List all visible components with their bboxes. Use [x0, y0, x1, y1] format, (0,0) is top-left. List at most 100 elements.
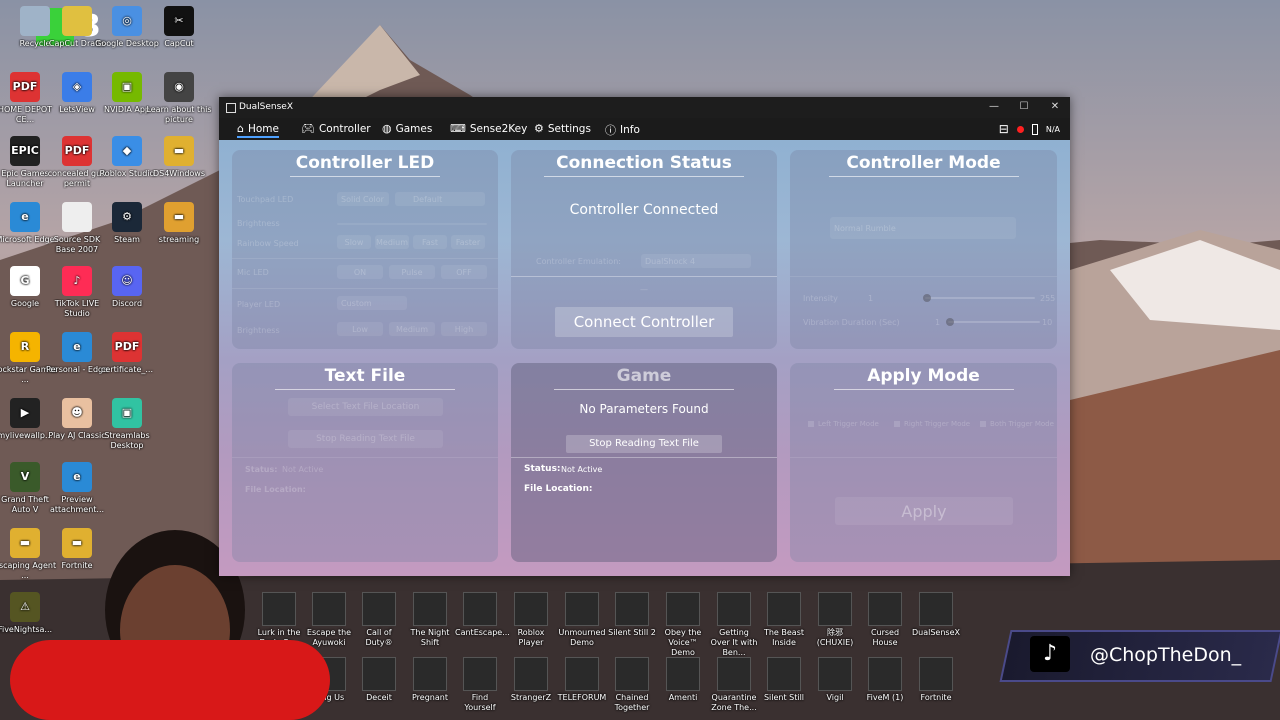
option-label: Both Trigger Mode: [990, 420, 1054, 428]
tab-info[interactable]: ⓘ Info: [605, 122, 640, 138]
home-icon: ⌂: [237, 122, 244, 135]
desktop-icon[interactable]: ▣ Streamlabs Desktop: [94, 398, 160, 451]
app-icon: e: [62, 332, 92, 362]
game-shortcut[interactable]: Fortnite: [911, 657, 961, 703]
brightness-option[interactable]: Medium: [389, 322, 435, 336]
mode-dropdown[interactable]: Normal Rumble: [830, 217, 1016, 239]
game-shortcut[interactable]: Unmourned Demo: [557, 592, 607, 648]
brightness-slider[interactable]: [337, 223, 487, 225]
icon-glyph: ☺: [121, 274, 133, 287]
tab-settings[interactable]: ⚙ Settings: [534, 122, 591, 135]
icon-glyph: ▣: [121, 406, 133, 419]
text-file-panel: Text File Select Text File Location Stop…: [232, 363, 498, 562]
game-shortcut[interactable]: Call of Duty®: [354, 592, 404, 648]
game-shortcut[interactable]: The Night Shift: [405, 592, 455, 648]
game-label: The Beast Inside: [763, 628, 805, 647]
battery-icon: [1031, 123, 1038, 135]
game-shortcut[interactable]: 除邪 (CHUXIE): [810, 592, 860, 648]
rainbow-speed-option[interactable]: Faster: [451, 235, 485, 249]
apply-mode-option[interactable]: Left Trigger Mode: [808, 419, 892, 431]
game-label: FiveM (1): [866, 693, 904, 702]
tab-games[interactable]: ◍ Games: [382, 122, 432, 135]
touchpad-led-mode[interactable]: Solid Color: [337, 192, 389, 206]
game-shortcut[interactable]: DualSenseX: [911, 592, 961, 638]
tab-sense2key[interactable]: ⌨ Sense2Key: [450, 122, 527, 135]
rainbow-speed-option[interactable]: Fast: [413, 235, 447, 249]
game-shortcut[interactable]: FiveM (1): [860, 657, 910, 703]
mic-led-option[interactable]: ON: [337, 265, 383, 279]
mic-led-option[interactable]: OFF: [441, 265, 487, 279]
emulation-dropdown[interactable]: DualShock 4: [641, 254, 751, 268]
rainbow-speed-option[interactable]: Medium: [375, 235, 409, 249]
window-title: DualSenseX: [239, 102, 293, 112]
title-bar[interactable]: DualSenseX — ☐ ✕: [219, 97, 1070, 118]
game-shortcut[interactable]: StrangerZ: [506, 657, 556, 703]
game-shortcut[interactable]: Chained Together: [607, 657, 657, 713]
apply-button[interactable]: Apply: [835, 497, 1013, 525]
game-stop-reading-button[interactable]: Stop Reading Text File: [566, 435, 722, 453]
rainbow-speed-option[interactable]: Slow: [337, 235, 371, 249]
desktop-icon[interactable]: ✂ CapCut: [146, 6, 212, 59]
desktop-icon[interactable]: ▬ DS4Windows: [146, 136, 212, 189]
connection-status-panel: Connection Status Controller Connected C…: [511, 150, 777, 349]
app-icon: ☺: [112, 266, 142, 296]
app-icon: EPIC: [10, 136, 40, 166]
app-icon: [226, 103, 236, 113]
desktop-icon[interactable]: ◉ Learn about this picture: [146, 72, 212, 125]
desktop-icon[interactable]: ▬ streaming: [146, 202, 212, 255]
tab-home[interactable]: ⌂ Home: [237, 122, 279, 138]
game-shortcut[interactable]: TELEFORUM: [557, 657, 607, 703]
game-shortcut[interactable]: Obey the Voice™ Demo: [658, 592, 708, 658]
icon-glyph: ▬: [173, 144, 185, 157]
text-file-status-label: Status:: [245, 465, 278, 474]
maximize-button[interactable]: ☐: [1016, 100, 1032, 114]
game-shortcut[interactable]: The Beast Inside: [759, 592, 809, 648]
connect-controller-button[interactable]: Connect Controller: [555, 307, 733, 337]
apply-mode-option[interactable]: Right Trigger Mode: [894, 419, 978, 431]
game-shortcut[interactable]: CantEscape...: [455, 592, 510, 638]
tab-controller[interactable]: 🎮︎ Controller: [301, 122, 371, 135]
game-shortcut[interactable]: Deceit: [354, 657, 404, 703]
minimize-button[interactable]: —: [986, 100, 1002, 114]
mic-led-option[interactable]: Pulse: [389, 265, 435, 279]
game-label: Unmourned Demo: [558, 628, 606, 647]
game-icon: [717, 592, 751, 626]
touchpad-led-color[interactable]: Default: [395, 192, 485, 206]
player-led-dropdown[interactable]: Custom: [337, 296, 407, 310]
game-shortcut[interactable]: Vigil: [810, 657, 860, 703]
game-shortcut[interactable]: Pregnant: [405, 657, 455, 703]
close-button[interactable]: ✕: [1047, 100, 1063, 114]
connection-status-title: Connection Status: [556, 153, 732, 173]
app-icon: ◈: [62, 72, 92, 102]
game-shortcut[interactable]: Quarantine Zone The...: [709, 657, 759, 713]
icon-glyph: R: [20, 340, 30, 353]
game-label: Getting Over It with Ben...: [710, 628, 758, 657]
desktop-icon[interactable]: PDF certificate_...: [94, 332, 160, 385]
game-shortcut[interactable]: Silent Still 2: [607, 592, 657, 638]
apply-mode-option[interactable]: Both Trigger Mode: [980, 419, 1064, 431]
game-shortcut[interactable]: Find Yourself: [455, 657, 505, 713]
brightness-option[interactable]: Low: [337, 322, 383, 336]
app-icon: PDF: [62, 136, 92, 166]
stop-reading-text-file-button[interactable]: Stop Reading Text File: [288, 430, 443, 448]
game-shortcut[interactable]: Silent Still: [759, 657, 809, 703]
game-shortcut[interactable]: Amenti: [658, 657, 708, 703]
desktop-icon[interactable]: ☺ Discord: [94, 266, 160, 319]
app-icon: ☻: [62, 398, 92, 428]
game-shortcut[interactable]: Cursed House: [860, 592, 910, 648]
app-icon: ◉: [164, 72, 194, 102]
app-icon: ◎: [112, 6, 142, 36]
vibration-duration-label: Vibration Duration (Sec): [803, 318, 900, 327]
tab-label: Settings: [547, 122, 591, 135]
select-text-file-button[interactable]: Select Text File Location: [288, 398, 443, 416]
vibration-duration-slider[interactable]: [945, 318, 1040, 326]
brightness-option[interactable]: High: [441, 322, 487, 336]
vibration-max: 10: [1042, 318, 1053, 327]
intensity-slider[interactable]: [923, 294, 1035, 302]
game-shortcut[interactable]: Getting Over It with Ben...: [709, 592, 759, 658]
game-label: Cursed House: [870, 628, 900, 647]
intensity-slider-thumb[interactable]: [923, 294, 932, 302]
icon-glyph: ✂: [174, 14, 184, 27]
vibration-slider-thumb[interactable]: [945, 318, 954, 326]
game-shortcut[interactable]: Roblox Player: [506, 592, 556, 648]
